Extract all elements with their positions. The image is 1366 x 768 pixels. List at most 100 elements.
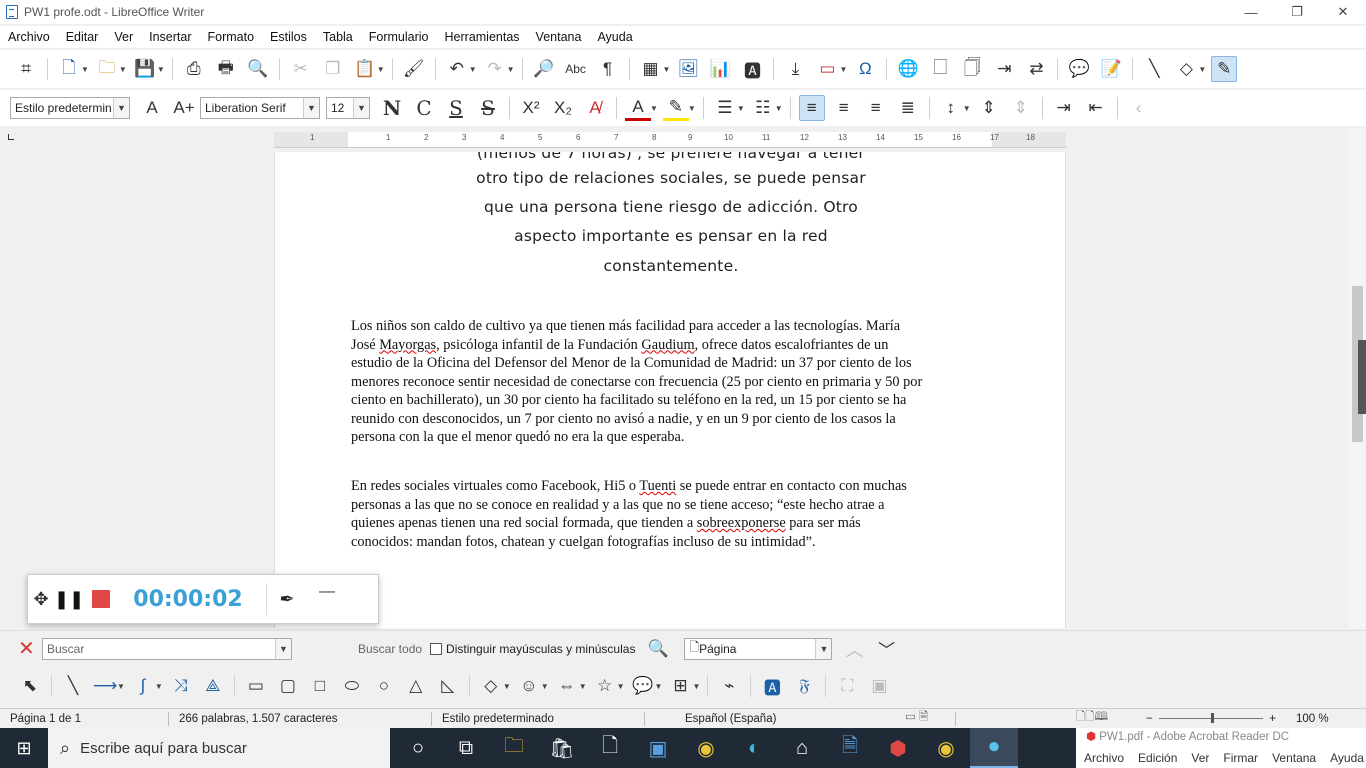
photo-app-icon[interactable]: ▣: [634, 728, 682, 768]
menu-ayuda[interactable]: Ayuda: [589, 30, 640, 44]
cross-reference-icon[interactable]: ⇄: [1023, 56, 1049, 82]
chrome-icon-2[interactable]: ◉: [922, 728, 970, 768]
insert-textbox-icon[interactable]: 🅰: [739, 56, 765, 82]
page-break-icon[interactable]: ⤓: [782, 56, 808, 82]
bold-icon[interactable]: N: [379, 95, 405, 121]
decrease-paragraph-spacing-icon[interactable]: ⇕: [1008, 95, 1034, 121]
tab-stop-selector[interactable]: [8, 134, 14, 140]
strikethrough-icon[interactable]: S: [475, 95, 501, 121]
zoom-slider[interactable]: − +: [1136, 713, 1286, 725]
menu-insertar[interactable]: Insertar: [141, 30, 199, 44]
match-case-checkbox[interactable]: Distinguir mayúsculas y minúsculas: [430, 642, 635, 656]
restore-button[interactable]: ❐: [1274, 0, 1320, 24]
pen-icon[interactable]: ✒: [267, 589, 307, 610]
select-arrow-icon[interactable]: ⬉: [17, 673, 43, 699]
polygon-icon[interactable]: ⟁: [200, 673, 226, 699]
save-icon[interactable]: 💾: [132, 56, 158, 82]
menu-editar[interactable]: Editar: [58, 30, 107, 44]
italic-icon[interactable]: C: [411, 95, 437, 121]
insert-chart-icon[interactable]: 📊: [707, 56, 733, 82]
shadow-icon[interactable]: ▣: [866, 673, 892, 699]
new-style-icon[interactable]: A+: [171, 95, 197, 121]
paragraph-style-select[interactable]: Estilo predetermin ▼: [10, 97, 130, 119]
points-icon[interactable]: ⌁: [716, 673, 742, 699]
document-page[interactable]: (menos de 7 horas) , se prefiere navegar…: [274, 152, 1066, 628]
triangle-icon[interactable]: △: [403, 673, 429, 699]
cut-icon[interactable]: ✂: [288, 56, 314, 82]
acrobat-icon[interactable]: ⬢: [874, 728, 922, 768]
stop-button[interactable]: [92, 590, 110, 608]
chrome-icon[interactable]: ◉: [682, 728, 730, 768]
export-pdf-icon[interactable]: ⎙: [181, 56, 207, 82]
highlight-color-icon[interactable]: ✎: [662, 95, 689, 121]
square-icon[interactable]: □: [307, 673, 333, 699]
superscript-icon[interactable]: X²: [518, 95, 544, 121]
close-button[interactable]: ✕: [1320, 0, 1366, 24]
arrow-line-icon[interactable]: ⟶: [92, 673, 118, 699]
insert-textbox-icon[interactable]: 🅰: [759, 673, 785, 699]
font-color-icon[interactable]: A: [625, 95, 651, 121]
block-arrows-icon[interactable]: ⇔: [554, 673, 580, 699]
line-tool-icon[interactable]: ╲: [60, 673, 86, 699]
special-character-icon[interactable]: Ω: [852, 56, 878, 82]
callouts-icon[interactable]: 💬: [630, 673, 656, 699]
endnote-icon[interactable]: 🗍: [959, 56, 985, 82]
file-explorer-icon[interactable]: 🗀: [490, 728, 538, 768]
circle-icon[interactable]: ○: [371, 673, 397, 699]
copy-icon[interactable]: ❐: [320, 56, 346, 82]
word-count[interactable]: 266 palabras, 1.507 caracteres: [169, 713, 431, 725]
bookmark-icon[interactable]: ⇥: [991, 56, 1017, 82]
acrobat-menu-item[interactable]: Ver: [1191, 751, 1209, 765]
document-app-icon[interactable]: 🗋: [586, 728, 634, 768]
fontwork-icon[interactable]: 𝔉: [791, 673, 817, 699]
footnote-icon[interactable]: 🗌: [927, 56, 953, 82]
align-right-icon[interactable]: ≡: [863, 95, 889, 121]
acrobat-menu-item[interactable]: Ventana: [1272, 751, 1316, 765]
increase-indent-icon[interactable]: ⇥: [1051, 95, 1077, 121]
acrobat-window[interactable]: ⬢ PW1.pdf - Adobe Acrobat Reader DC Arch…: [1076, 728, 1366, 768]
right-triangle-icon[interactable]: ◺: [435, 673, 461, 699]
comment-icon[interactable]: 💬: [1066, 56, 1092, 82]
find-replace-dialog-icon[interactable]: 🔍: [645, 636, 671, 662]
line-icon[interactable]: ╲: [1141, 56, 1167, 82]
edge-icon[interactable]: ◐: [730, 728, 778, 768]
ellipse-icon[interactable]: ⬭: [339, 673, 365, 699]
open-folder-icon[interactable]: 🗀: [94, 56, 120, 82]
track-changes-icon[interactable]: 📝: [1098, 56, 1124, 82]
task-view-icon[interactable]: ⧉: [442, 728, 490, 768]
rectangle-icon[interactable]: ▭: [243, 673, 269, 699]
align-left-icon[interactable]: ≡: [798, 95, 825, 121]
insert-table-icon[interactable]: ▦: [638, 56, 664, 82]
formatting-marks-icon[interactable]: ¶: [595, 56, 621, 82]
crop-icon[interactable]: ⌗: [13, 56, 39, 82]
home-icon[interactable]: ⌂: [778, 728, 826, 768]
find-all-button[interactable]: Buscar todo: [358, 642, 422, 656]
hyperlink-icon[interactable]: 🌐: [895, 56, 921, 82]
move-handle-icon[interactable]: ✥: [28, 589, 54, 610]
sidebar-handle[interactable]: [1358, 340, 1366, 414]
stars-icon[interactable]: ☆: [592, 673, 618, 699]
bullet-list-icon[interactable]: ☰: [712, 95, 738, 121]
increase-paragraph-spacing-icon[interactable]: ⇕: [976, 95, 1002, 121]
sidebar-collapse-icon[interactable]: ‹: [1126, 95, 1152, 121]
connector-icon[interactable]: ⤨: [168, 673, 194, 699]
view-layout-icon[interactable]: 🗋🗋🕮: [1066, 709, 1136, 728]
subscript-icon[interactable]: X₂: [550, 95, 576, 121]
symbol-shapes-icon[interactable]: ☺: [516, 673, 542, 699]
basic-shapes-icon[interactable]: ◇: [1173, 56, 1199, 82]
print-icon[interactable]: 🖶: [213, 56, 239, 82]
acrobat-menu-item[interactable]: Edición: [1138, 751, 1177, 765]
font-size-select[interactable]: 12 ▼: [326, 97, 370, 119]
selection-mode-icon[interactable]: ▭ 🗎: [895, 709, 955, 728]
justify-icon[interactable]: ≣: [895, 95, 921, 121]
menu-ventana[interactable]: Ventana: [528, 30, 590, 44]
menu-formulario[interactable]: Formulario: [361, 30, 437, 44]
underline-icon[interactable]: S: [443, 95, 469, 121]
insert-image-icon[interactable]: 🖼: [675, 56, 701, 82]
find-previous-icon[interactable]: ︿: [841, 636, 867, 662]
writer-taskbar-icon[interactable]: 🗎: [826, 728, 874, 768]
spelling-icon[interactable]: Abc: [563, 56, 589, 82]
checkbox-box[interactable]: [430, 642, 443, 655]
horizontal-ruler[interactable]: 1 1 2 3 4 5 6 7 8 9 10 11 12 13 14 15 16…: [274, 132, 1066, 148]
search-input[interactable]: Buscar ▼: [42, 637, 292, 660]
